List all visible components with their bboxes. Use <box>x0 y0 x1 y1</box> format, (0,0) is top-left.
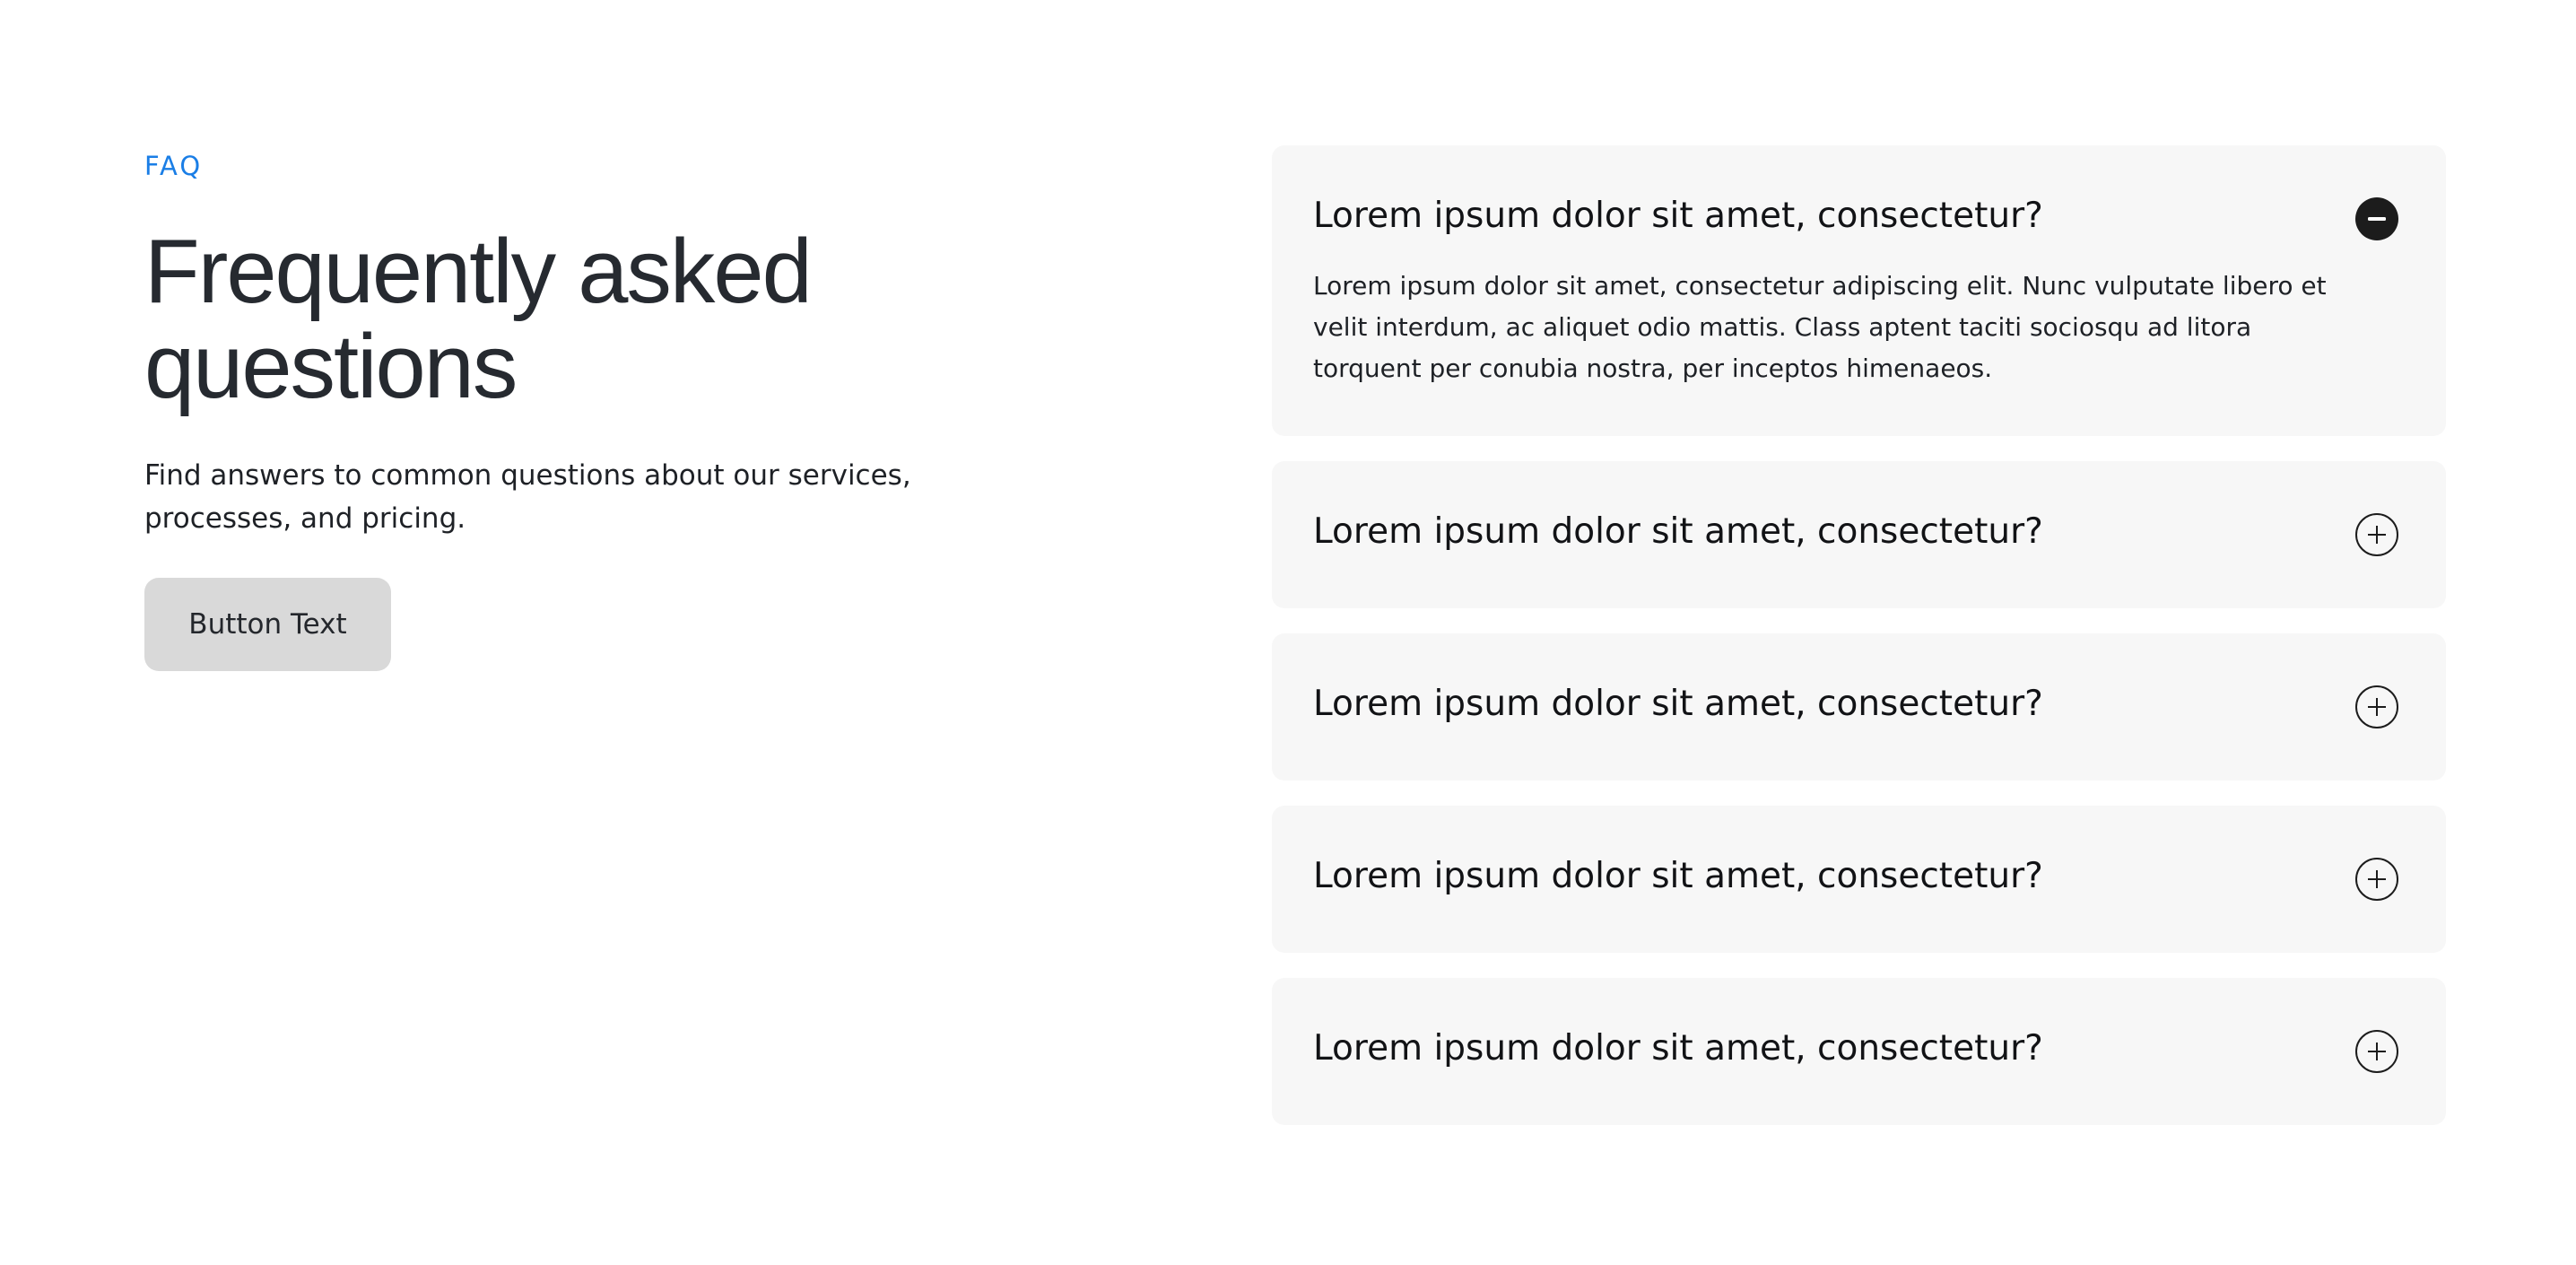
faq-item-4[interactable]: Lorem ipsum dolor sit amet, consectetur? <box>1272 806 2446 953</box>
faq-question[interactable]: Lorem ipsum dolor sit amet, consectetur? <box>1313 856 2043 896</box>
minus-circle-icon[interactable] <box>2354 196 2399 241</box>
page-subtitle: Find answers to common questions about o… <box>144 459 911 535</box>
faq-item-1[interactable]: Lorem ipsum dolor sit amet, consectetur?… <box>1272 145 2446 436</box>
plus-circle-icon[interactable] <box>2354 1029 2399 1074</box>
cta-button[interactable]: Button Text <box>144 578 391 671</box>
page-title: Frequently asked questions <box>144 224 952 414</box>
faq-question[interactable]: Lorem ipsum dolor sit amet, consectetur? <box>1313 1028 2043 1069</box>
plus-circle-icon[interactable] <box>2354 512 2399 557</box>
faq-page: FAQ Frequently asked questions Find answ… <box>0 0 2576 1265</box>
eyebrow-label: FAQ <box>144 151 204 181</box>
plus-circle-icon[interactable] <box>2354 857 2399 902</box>
plus-circle-icon[interactable] <box>2354 685 2399 729</box>
faq-item-5[interactable]: Lorem ipsum dolor sit amet, consectetur? <box>1272 978 2446 1125</box>
faq-question[interactable]: Lorem ipsum dolor sit amet, consectetur? <box>1313 684 2043 724</box>
faq-question[interactable]: Lorem ipsum dolor sit amet, consectetur? <box>1313 511 2043 552</box>
faq-item-3[interactable]: Lorem ipsum dolor sit amet, consectetur? <box>1272 633 2446 781</box>
faq-accordion: Lorem ipsum dolor sit amet, consectetur?… <box>1272 145 2446 1150</box>
faq-answer: Lorem ipsum dolor sit amet, consectetur … <box>1313 271 2327 383</box>
page-title-line-2: questions <box>144 317 518 417</box>
page-title-line-1: Frequently asked <box>144 222 813 322</box>
faq-item-2[interactable]: Lorem ipsum dolor sit amet, consectetur? <box>1272 461 2446 608</box>
faq-question[interactable]: Lorem ipsum dolor sit amet, consectetur? <box>1313 196 2043 236</box>
faq-intro: FAQ Frequently asked questions Find answ… <box>144 144 952 671</box>
